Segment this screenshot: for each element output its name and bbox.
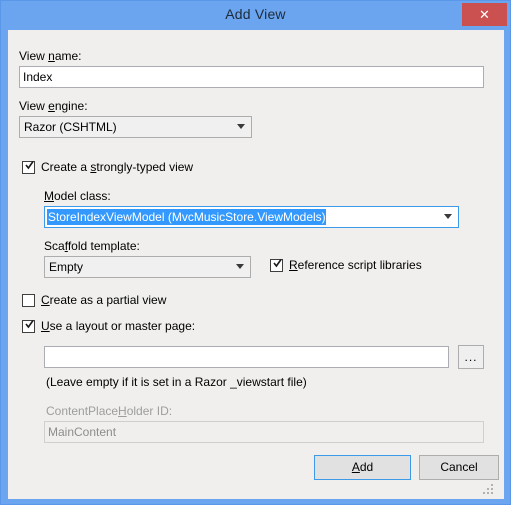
chevron-down-icon — [237, 124, 245, 129]
close-icon[interactable]: ✕ — [462, 3, 507, 26]
check-icon — [273, 259, 282, 268]
resize-grip[interactable] — [483, 484, 494, 495]
dialog-title: Add View — [225, 6, 286, 22]
add-button[interactable]: Add — [314, 455, 411, 480]
layout-page-hint: (Leave empty if it is set in a Razor _vi… — [46, 375, 307, 389]
model-class-combo[interactable]: StoreIndexViewModel (MvcMusicStore.ViewM… — [44, 206, 459, 228]
view-name-label: View name: — [19, 49, 82, 63]
layout-page-input[interactable] — [44, 346, 449, 368]
checkbox-box — [22, 294, 35, 307]
scaffold-template-label: Scaffold template: — [44, 239, 140, 253]
content-placeholder-input — [44, 421, 484, 443]
view-engine-combo[interactable]: Razor (CSHTML) — [19, 116, 252, 138]
add-view-dialog: Add View ✕ View name: View engine: Razor… — [0, 0, 511, 505]
checkbox-box — [270, 259, 283, 272]
content-placeholder-label: ContentPlaceHolder ID: — [46, 404, 173, 418]
cancel-button[interactable]: Cancel — [419, 455, 499, 480]
model-class-label: Model class: — [44, 189, 111, 203]
reference-scripts-label: Reference script libraries — [289, 258, 422, 272]
scaffold-template-combo[interactable]: Empty — [44, 256, 251, 278]
strongly-typed-label: Create a strongly-typed view — [41, 160, 194, 174]
chevron-down-icon — [236, 264, 244, 269]
check-icon — [25, 161, 34, 170]
model-class-value: StoreIndexViewModel (MvcMusicStore.ViewM… — [47, 207, 438, 227]
view-engine-value: Razor (CSHTML) — [24, 120, 117, 134]
dialog-body: View name: View engine: Razor (CSHTML) C… — [8, 30, 504, 499]
chevron-down-icon — [444, 214, 452, 219]
checkbox-box — [22, 161, 35, 174]
partial-view-label: Create as a partial view — [41, 293, 167, 307]
view-engine-label: View engine: — [19, 99, 88, 113]
title-bar: Add View ✕ — [1, 1, 510, 30]
view-name-input[interactable] — [19, 66, 484, 88]
checkbox-box — [22, 320, 35, 333]
check-icon — [25, 320, 34, 329]
browse-button[interactable]: ... — [458, 345, 484, 369]
model-class-selected-text: StoreIndexViewModel (MvcMusicStore.ViewM… — [47, 209, 326, 225]
use-layout-label: Use a layout or master page: — [41, 319, 196, 333]
scaffold-template-value: Empty — [49, 260, 84, 274]
